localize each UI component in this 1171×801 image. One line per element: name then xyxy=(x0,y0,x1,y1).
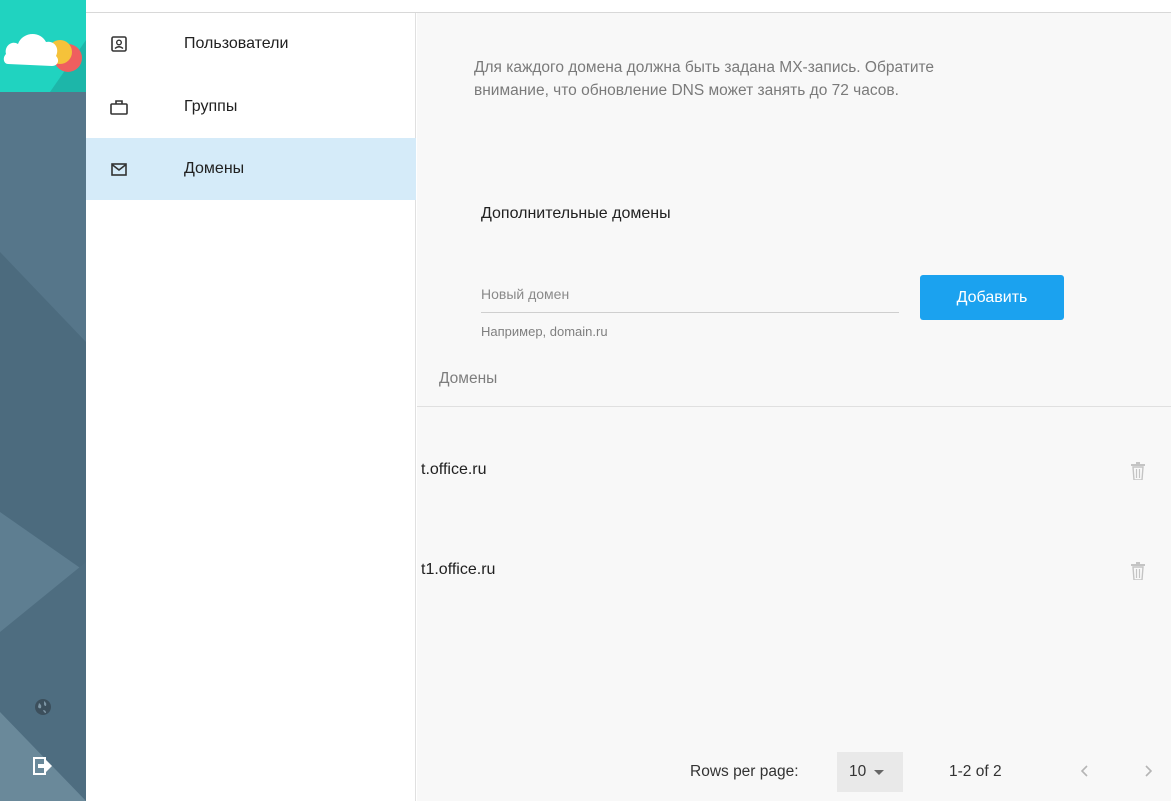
envelope-icon xyxy=(110,160,128,178)
new-domain-field xyxy=(481,275,899,313)
next-page-button[interactable] xyxy=(1135,758,1161,784)
domain-name: t1.office.ru xyxy=(421,561,496,578)
nav-item-label: Пользователи xyxy=(184,35,289,52)
new-domain-hint: Например, domain.ru xyxy=(481,324,608,339)
nav-item-label: Группы xyxy=(184,98,238,115)
new-domain-input[interactable] xyxy=(481,275,899,313)
trash-icon xyxy=(1131,562,1145,580)
logout-icon xyxy=(33,757,52,775)
domain-name: t.office.ru xyxy=(421,461,487,478)
app-rail xyxy=(0,0,86,801)
nav-item-users[interactable]: Пользователи xyxy=(86,13,416,75)
table-divider xyxy=(417,406,1171,407)
logout-button[interactable] xyxy=(30,753,56,779)
pagination: Rows per page: 10 1-2 of 2 xyxy=(417,750,1171,792)
table-row: t1.office.ru xyxy=(417,541,1171,601)
language-button[interactable] xyxy=(30,694,56,720)
trash-icon xyxy=(1131,462,1145,480)
chevron-right-icon xyxy=(1145,765,1153,777)
table-row: t.office.ru xyxy=(417,441,1171,501)
nav-item-domains[interactable]: Домены xyxy=(86,138,416,200)
nav-item-label: Домены xyxy=(184,160,245,177)
section-title: Дополнительные домены xyxy=(481,205,671,222)
rows-per-page-label: Rows per page: xyxy=(690,763,799,780)
delete-domain-button[interactable] xyxy=(1129,560,1147,582)
globe-icon xyxy=(35,699,51,715)
domains-panel: Для каждого домена должна быть задана MX… xyxy=(417,13,1171,801)
briefcase-icon xyxy=(110,98,128,116)
rows-per-page-value: 10 xyxy=(849,763,867,780)
domains-column-header: Домены xyxy=(439,370,498,387)
nav-item-groups[interactable]: Группы xyxy=(86,76,416,138)
caret-down-icon xyxy=(874,769,885,775)
rows-per-page-select[interactable]: 10 xyxy=(837,752,903,792)
logo-area[interactable] xyxy=(0,0,86,92)
cloud-logo xyxy=(0,0,86,92)
pagination-range: 1-2 of 2 xyxy=(949,763,1002,780)
delete-domain-button[interactable] xyxy=(1129,460,1147,482)
add-domain-button[interactable]: Добавить xyxy=(920,275,1064,320)
prev-page-button[interactable] xyxy=(1072,758,1098,784)
chevron-left-icon xyxy=(1080,765,1088,777)
mx-info-text: Для каждого домена должна быть задана MX… xyxy=(474,59,935,99)
user-card-icon xyxy=(110,35,128,53)
settings-nav: Пользователи Группы Домены xyxy=(86,13,416,801)
